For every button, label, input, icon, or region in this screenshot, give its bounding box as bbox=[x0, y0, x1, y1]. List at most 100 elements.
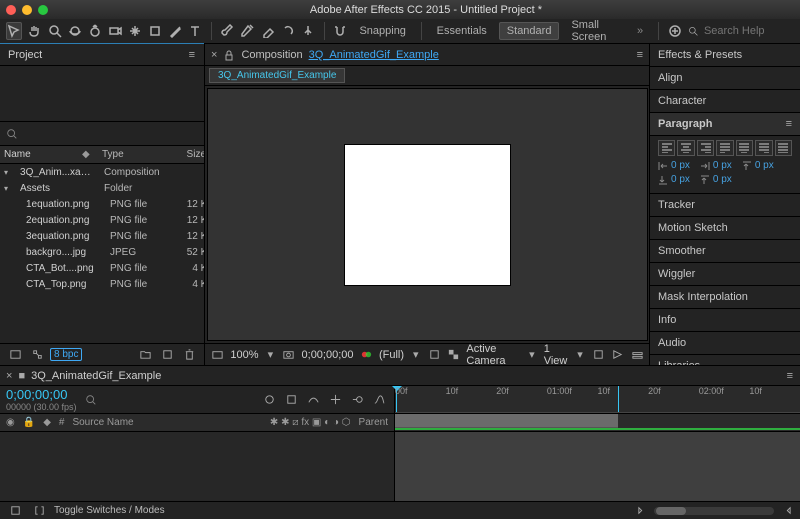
zoom-in-timeline[interactable] bbox=[776, 502, 794, 519]
av-features-icon[interactable]: ◉ bbox=[6, 417, 15, 428]
panel-align[interactable]: Align bbox=[650, 67, 800, 90]
rotation-tool[interactable] bbox=[88, 22, 102, 40]
close-window-button[interactable] bbox=[6, 5, 16, 15]
timeline-toggle-button[interactable] bbox=[631, 346, 644, 364]
workspace-essentials[interactable]: Essentials bbox=[431, 25, 493, 37]
zoom-tool[interactable] bbox=[48, 22, 62, 40]
eraser-tool[interactable] bbox=[261, 22, 275, 40]
lock-icon[interactable] bbox=[223, 49, 235, 61]
toggle-switches-modes[interactable]: Toggle Switches / Modes bbox=[54, 505, 165, 516]
pan-behind-tool[interactable] bbox=[128, 22, 142, 40]
col-label-icon[interactable]: ◆ bbox=[82, 149, 96, 160]
graph-editor-button[interactable] bbox=[370, 391, 388, 409]
draft-3d-button[interactable] bbox=[282, 391, 300, 409]
type-tool[interactable] bbox=[188, 22, 202, 40]
transparency-grid-button[interactable] bbox=[447, 346, 460, 364]
indent-left-field[interactable]: 0 px bbox=[658, 160, 690, 171]
project-item[interactable]: ▾AssetsFolder bbox=[0, 180, 204, 196]
project-item[interactable]: backgro....jpgJPEG52 KB bbox=[0, 244, 204, 260]
timeline-search-icon[interactable] bbox=[85, 394, 97, 406]
zoom-dropdown[interactable]: 100% bbox=[230, 349, 258, 361]
puppet-tool[interactable] bbox=[301, 22, 315, 40]
lock-column-icon[interactable]: 🔒 bbox=[23, 417, 35, 428]
panel-tracker[interactable]: Tracker bbox=[650, 194, 800, 217]
project-item[interactable]: 3equation.pngPNG file12 KB bbox=[0, 228, 204, 244]
align-left-button[interactable] bbox=[658, 140, 675, 156]
project-search[interactable] bbox=[0, 122, 204, 146]
panel-audio[interactable]: Audio bbox=[650, 332, 800, 355]
project-tree[interactable]: ▾3Q_Anim...xampleComposition30▾AssetsFol… bbox=[0, 164, 204, 343]
project-panel-menu[interactable]: ≡ bbox=[189, 49, 196, 61]
comp-canvas-area[interactable] bbox=[207, 88, 648, 341]
justify-last-center-button[interactable] bbox=[736, 140, 753, 156]
work-area-bar[interactable] bbox=[395, 414, 618, 428]
col-type[interactable]: Type bbox=[102, 149, 166, 160]
zoom-window-button[interactable] bbox=[38, 5, 48, 15]
workspace-overflow[interactable]: » bbox=[631, 25, 649, 37]
project-item[interactable]: CTA_Top.pngPNG file4 KB bbox=[0, 276, 204, 292]
space-before-field[interactable]: 0 px bbox=[658, 174, 690, 185]
current-timecode[interactable]: 0;00;00;00 bbox=[6, 387, 77, 402]
shape-tool[interactable] bbox=[148, 22, 162, 40]
frame-blend-button[interactable] bbox=[326, 391, 344, 409]
delete-button[interactable] bbox=[180, 346, 198, 364]
brackets-button[interactable] bbox=[30, 502, 48, 519]
chevron-down-icon[interactable]: ▾ bbox=[265, 348, 277, 361]
timeline-layer-list[interactable] bbox=[0, 432, 395, 501]
selection-tool[interactable] bbox=[6, 22, 22, 40]
timeline-close-icon[interactable]: × bbox=[6, 370, 12, 382]
timeline-tab[interactable]: 3Q_AnimatedGif_Example bbox=[31, 370, 161, 382]
always-preview-button[interactable] bbox=[211, 346, 224, 364]
indent-first-field[interactable]: 0 px bbox=[700, 160, 732, 171]
indent-right-field[interactable]: 0 px bbox=[742, 160, 774, 171]
panel-character[interactable]: Character bbox=[650, 90, 800, 113]
hand-tool[interactable] bbox=[28, 22, 42, 40]
source-name-col[interactable]: Source Name bbox=[72, 417, 133, 428]
comp-mini-flowchart-button[interactable] bbox=[260, 391, 278, 409]
expand-props-button[interactable] bbox=[6, 502, 24, 519]
resolution-dropdown[interactable]: (Full) bbox=[379, 349, 404, 361]
channel-button[interactable] bbox=[360, 346, 373, 364]
comp-panel-menu[interactable]: ≡ bbox=[637, 49, 644, 61]
search-help-input[interactable] bbox=[704, 25, 794, 37]
panel-motion-sketch[interactable]: Motion Sketch bbox=[650, 217, 800, 240]
project-item[interactable]: 2equation.pngPNG file12 KB bbox=[0, 212, 204, 228]
workspace-standard[interactable]: Standard bbox=[499, 22, 560, 40]
timecode-field[interactable]: 0;00;00;00 bbox=[302, 349, 354, 361]
project-tab[interactable]: Project bbox=[8, 49, 42, 61]
pixel-aspect-button[interactable] bbox=[592, 346, 605, 364]
comp-view-tab[interactable]: 3Q_AnimatedGif_Example bbox=[209, 68, 345, 83]
shy-button[interactable] bbox=[304, 391, 322, 409]
col-name[interactable]: Name bbox=[4, 149, 76, 160]
panel-info[interactable]: Info bbox=[650, 309, 800, 332]
new-comp-button[interactable] bbox=[158, 346, 176, 364]
timeline-zoom-slider[interactable] bbox=[654, 507, 774, 515]
new-folder-button[interactable] bbox=[136, 346, 154, 364]
timeline-render-queue-icon[interactable]: ■ bbox=[18, 370, 25, 382]
orbit-tool[interactable] bbox=[68, 22, 82, 40]
project-item[interactable]: ▾3Q_Anim...xampleComposition30 bbox=[0, 164, 204, 180]
roi-button[interactable] bbox=[428, 346, 441, 364]
clone-tool[interactable] bbox=[241, 22, 255, 40]
zoom-out-timeline[interactable] bbox=[634, 502, 652, 519]
col-size[interactable]: Size bbox=[172, 149, 206, 160]
switches-col[interactable]: ✱ ✱ ⧄ fx ▣ ◐ ◑ ⬡ bbox=[270, 417, 351, 428]
pen-tool[interactable] bbox=[168, 22, 182, 40]
label-column-icon[interactable]: ◆ bbox=[43, 417, 51, 428]
work-area-end-marker[interactable] bbox=[618, 386, 619, 412]
camera-dropdown[interactable]: Active Camera bbox=[466, 343, 520, 367]
timeline-track-area[interactable] bbox=[395, 432, 800, 501]
space-after-field[interactable]: 0 px bbox=[700, 174, 732, 185]
timeline-panel-menu[interactable]: ≡ bbox=[787, 370, 794, 382]
panel-wiggler[interactable]: Wiggler bbox=[650, 263, 800, 286]
roto-tool[interactable] bbox=[281, 22, 295, 40]
align-right-button[interactable] bbox=[697, 140, 714, 156]
brush-tool[interactable] bbox=[221, 22, 235, 40]
panel-mask-interpolation[interactable]: Mask Interpolation bbox=[650, 286, 800, 309]
justify-all-button[interactable] bbox=[775, 140, 792, 156]
views-dropdown[interactable]: 1 View bbox=[544, 343, 568, 367]
take-snapshot-button[interactable] bbox=[282, 346, 295, 364]
time-ruler[interactable]: 00f10f20f01:00f10f20f02:00f10f bbox=[395, 386, 800, 413]
comp-close-icon[interactable]: × bbox=[211, 49, 217, 61]
project-bpc[interactable]: 8 bpc bbox=[50, 348, 82, 361]
